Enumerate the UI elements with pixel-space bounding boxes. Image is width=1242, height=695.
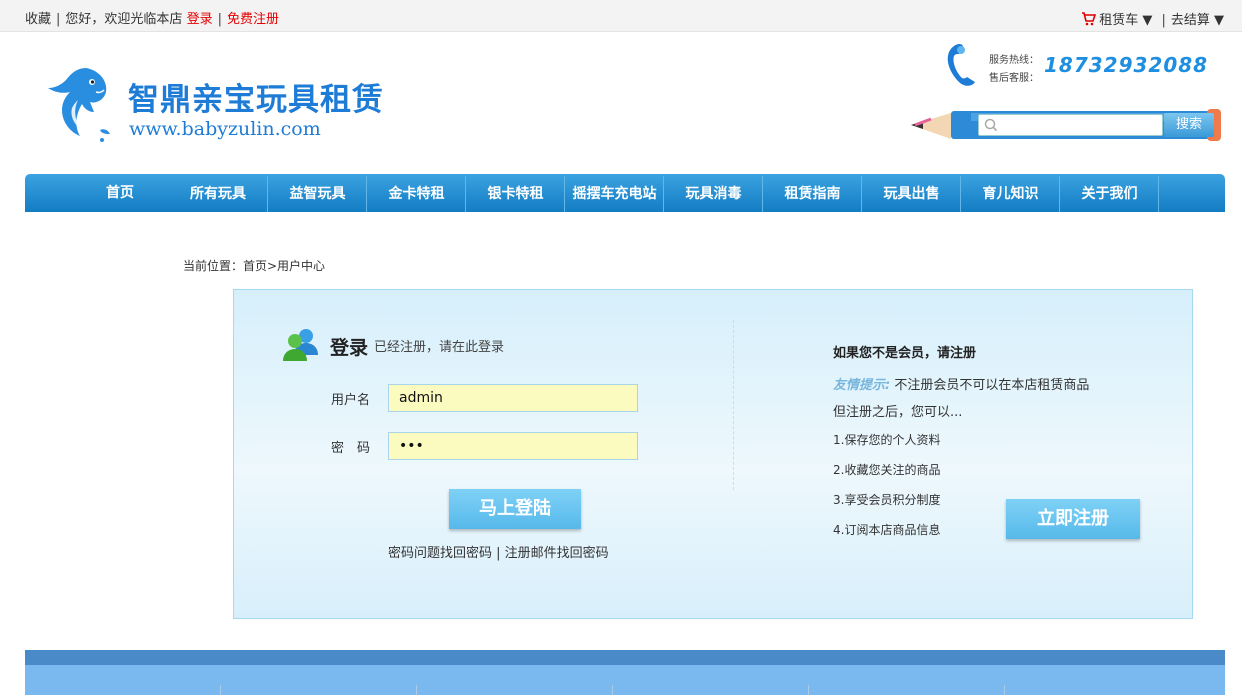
benefit-item: 2.收藏您关注的商品 (833, 463, 941, 477)
breadcrumb: 当前位置：首页>用户中心 (183, 259, 326, 273)
site-url: www.babyzulin.com (129, 118, 321, 140)
login-subtitle: 已经注册，请在此登录 (374, 340, 505, 355)
recover-password-links[interactable]: 密码问题找回密码 | 注册邮件找回密码 (388, 542, 609, 561)
register-link[interactable]: 免费注册 (227, 8, 279, 27)
register-button[interactable]: 立即注册 (1006, 499, 1140, 539)
tip-more: 但注册之后，您可以... (833, 405, 963, 420)
footer-divider (416, 685, 417, 695)
nav-item-home[interactable]: 首页 (90, 174, 150, 212)
footer-divider (808, 685, 809, 695)
search-button[interactable]: 搜索 (1164, 113, 1214, 137)
password-field[interactable]: ••• (388, 432, 638, 460)
nav-item-silver-card[interactable]: 银卡特租 (466, 174, 565, 212)
search-input[interactable] (978, 114, 1163, 136)
cart-dropdown[interactable]: 租赁车 ▼ (1099, 13, 1152, 28)
hotline-label: 服务热线： (989, 55, 1039, 66)
tip-label: 友情提示: (833, 378, 891, 393)
panel-divider (733, 320, 734, 490)
username-field[interactable]: admin (388, 384, 638, 412)
phone-icon (947, 44, 975, 86)
nav-divider (1158, 176, 1159, 212)
login-link[interactable]: 登录 (187, 8, 213, 27)
cart-icon[interactable] (1081, 12, 1097, 30)
footer-divider (220, 685, 221, 695)
login-button[interactable]: 马上登陆 (449, 489, 581, 529)
nav-item-parenting[interactable]: 育儿知识 (961, 174, 1060, 212)
login-title: 登录 (330, 337, 369, 359)
benefit-item: 3.享受会员积分制度 (833, 493, 941, 507)
nav-item-educational[interactable]: 益智玩具 (268, 174, 367, 212)
service-label: 售后客服： (989, 73, 1039, 84)
nav-item-gold-card[interactable]: 金卡特租 (367, 174, 466, 212)
users-icon (283, 329, 318, 361)
benefit-item: 4.订阅本店商品信息 (833, 523, 941, 537)
checkout-dropdown[interactable]: 去结算 ▼ (1171, 13, 1224, 28)
footer-area (25, 665, 1225, 695)
nav-item-charging[interactable]: 摇摆车充电站 (565, 174, 664, 212)
search-icon (984, 118, 998, 132)
benefit-item: 1.保存您的个人资料 (833, 433, 941, 447)
register-tip: 友情提示: 不注册会员不可以在本店租赁商品 (833, 374, 1089, 393)
register-title: 如果您不是会员，请注册 (833, 346, 977, 361)
brand-name[interactable]: 智鼎亲宝玩具租赁 (128, 74, 384, 119)
nav-item-sale[interactable]: 玩具出售 (862, 174, 961, 212)
greeting-text: 您好，欢迎光临本店 (65, 12, 183, 27)
favorite-link[interactable]: 收藏 (25, 8, 51, 27)
nav-item-guide[interactable]: 租赁指南 (763, 174, 862, 212)
password-label: 密码 (331, 441, 384, 456)
tip-text: 不注册会员不可以在本店租赁商品 (894, 378, 1090, 393)
nav-item-all-toys[interactable]: 所有玩具 (169, 174, 267, 212)
nav-item-about[interactable]: 关于我们 (1060, 174, 1159, 212)
hotline-number: 18732932088 (1044, 53, 1209, 77)
main-nav: 首页 所有玩具 益智玩具 金卡特租 银卡特租 摇摆车充电站 玩具消毒 租赁指南 … (25, 174, 1225, 212)
divider: | (56, 12, 61, 27)
footer-divider (612, 685, 613, 695)
footer-bar (25, 650, 1225, 665)
divider: | (1161, 13, 1166, 28)
nav-item-disinfect[interactable]: 玩具消毒 (664, 174, 763, 212)
username-label: 用户名 (331, 393, 371, 408)
top-bar: 收藏 | 您好，欢迎光临本店 登录 | 免费注册 租赁车 ▼ | 去结算 ▼ (0, 0, 1242, 32)
footer-divider (1004, 685, 1005, 695)
dolphin-logo[interactable] (38, 64, 114, 150)
divider: | (217, 12, 222, 27)
